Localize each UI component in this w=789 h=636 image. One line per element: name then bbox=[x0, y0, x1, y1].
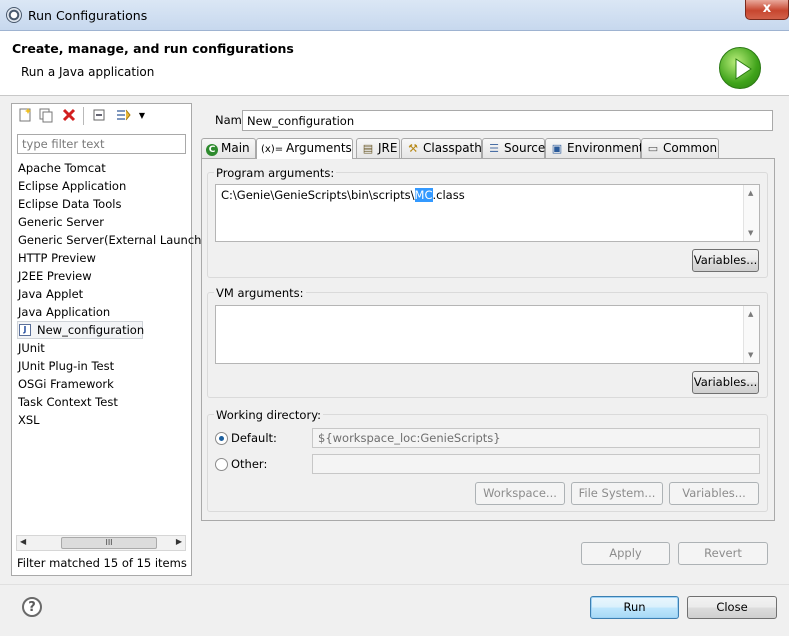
program-arguments-vscroll[interactable]: ▲ ▼ bbox=[743, 185, 759, 241]
scroll-up-icon[interactable]: ▲ bbox=[748, 189, 753, 197]
vm-arguments-vscroll[interactable]: ▲ ▼ bbox=[743, 306, 759, 363]
list-item[interactable]: Task Context Test bbox=[17, 393, 189, 411]
scroll-thumb[interactable]: III bbox=[61, 537, 157, 549]
apply-button[interactable]: Apply bbox=[581, 542, 670, 565]
list-item[interactable]: Generic Server(External Launch) bbox=[17, 231, 206, 249]
program-arguments-label: Program arguments: bbox=[214, 166, 337, 180]
environment-tab-icon: ▣ bbox=[551, 142, 563, 155]
other-directory-field[interactable] bbox=[312, 454, 760, 474]
delete-config-icon[interactable] bbox=[60, 107, 78, 125]
workspace-button[interactable]: Workspace... bbox=[475, 482, 565, 505]
tab-environment[interactable]: ▣ Environment bbox=[545, 138, 644, 158]
header-title: Create, manage, and run configurations bbox=[12, 41, 294, 56]
default-directory-field: ${workspace_loc:GenieScripts} bbox=[312, 428, 760, 448]
collapse-all-icon[interactable] bbox=[90, 107, 108, 125]
tab-jre[interactable]: ▤ JRE bbox=[356, 138, 400, 158]
list-item[interactable]: Generic Server bbox=[17, 213, 189, 231]
config-name-input[interactable] bbox=[242, 110, 773, 131]
main-tab-icon: C bbox=[206, 144, 218, 156]
close-button[interactable]: Close bbox=[687, 596, 777, 619]
revert-button[interactable]: Revert bbox=[678, 542, 768, 565]
list-item-selected[interactable]: J New_configuration bbox=[17, 321, 189, 339]
scroll-down-icon[interactable]: ▼ bbox=[748, 229, 753, 237]
window-title: Run Configurations bbox=[28, 8, 148, 23]
header-subtitle: Run a Java application bbox=[21, 65, 155, 79]
scroll-left-icon[interactable]: ◀ bbox=[20, 537, 26, 546]
scroll-down-icon[interactable]: ▼ bbox=[748, 351, 753, 359]
working-dir-variables-button[interactable]: Variables... bbox=[669, 482, 759, 505]
toolbar-separator bbox=[83, 107, 84, 125]
vm-arguments-textarea[interactable]: ▲ ▼ bbox=[215, 305, 760, 364]
other-radio[interactable] bbox=[215, 458, 228, 471]
program-arguments-textarea[interactable]: C:\Genie\GenieScripts\bin\scripts\MC.cla… bbox=[215, 184, 760, 242]
duplicate-config-icon[interactable] bbox=[37, 107, 55, 125]
java-app-icon: J bbox=[19, 324, 31, 336]
jre-tab-icon: ▤ bbox=[362, 142, 374, 155]
list-item[interactable]: OSGi Framework bbox=[17, 375, 189, 393]
tab-source[interactable]: ☰ Source bbox=[482, 138, 545, 158]
default-label: Default: bbox=[231, 431, 277, 445]
list-horizontal-scrollbar[interactable]: ◀ III ▶ bbox=[16, 535, 186, 551]
eclipse-gear-icon bbox=[6, 7, 22, 23]
filter-status: Filter matched 15 of 15 items bbox=[17, 556, 187, 570]
list-item[interactable]: HTTP Preview bbox=[17, 249, 189, 267]
tab-classpath[interactable]: ⚒ Classpath bbox=[401, 138, 482, 158]
configuration-list: Apache Tomcat Eclipse Application Eclips… bbox=[17, 159, 206, 429]
list-item[interactable]: Eclipse Application bbox=[17, 177, 189, 195]
list-item-label: New_configuration bbox=[37, 323, 145, 337]
help-icon[interactable]: ? bbox=[22, 597, 42, 617]
tab-common[interactable]: ▭ Common bbox=[641, 138, 719, 158]
program-variables-button[interactable]: Variables... bbox=[692, 249, 759, 272]
default-radio[interactable] bbox=[215, 432, 228, 445]
other-label: Other: bbox=[231, 457, 268, 471]
scroll-up-icon[interactable]: ▲ bbox=[748, 310, 753, 318]
list-item[interactable]: Java Applet bbox=[17, 285, 189, 303]
filter-input[interactable] bbox=[17, 134, 186, 154]
scroll-right-icon[interactable]: ▶ bbox=[176, 537, 182, 546]
list-item[interactable]: Java Application bbox=[17, 303, 189, 321]
new-config-icon[interactable] bbox=[16, 107, 34, 125]
source-tab-icon: ☰ bbox=[489, 142, 499, 155]
bottom-divider bbox=[0, 584, 789, 585]
view-menu-chevron-down-icon[interactable]: ▼ bbox=[133, 107, 151, 125]
list-item[interactable]: XSL bbox=[17, 411, 189, 429]
run-button[interactable]: Run bbox=[590, 596, 679, 619]
list-item[interactable]: JUnit bbox=[17, 339, 189, 357]
classpath-tab-icon: ⚒ bbox=[408, 142, 418, 155]
tab-main[interactable]: C Main bbox=[201, 138, 256, 158]
file-system-button[interactable]: File System... bbox=[571, 482, 663, 505]
selected-text: MC bbox=[414, 188, 433, 202]
working-directory-label: Working directory: bbox=[214, 408, 324, 422]
vm-arguments-label: VM arguments: bbox=[214, 286, 306, 300]
list-item[interactable]: Apache Tomcat bbox=[17, 159, 189, 177]
run-banner-icon bbox=[719, 47, 761, 89]
list-item[interactable]: JUnit Plug-in Test bbox=[17, 357, 189, 375]
list-item[interactable]: J2EE Preview bbox=[17, 267, 189, 285]
common-tab-icon: ▭ bbox=[647, 142, 659, 155]
tab-arguments[interactable]: (x)= Arguments bbox=[256, 138, 353, 159]
window-close-button[interactable]: x bbox=[745, 0, 789, 20]
arguments-tab-icon: (x)= bbox=[261, 144, 284, 155]
filter-configs-icon[interactable] bbox=[114, 107, 132, 125]
vm-variables-button[interactable]: Variables... bbox=[692, 371, 759, 394]
list-item[interactable]: Eclipse Data Tools bbox=[17, 195, 189, 213]
